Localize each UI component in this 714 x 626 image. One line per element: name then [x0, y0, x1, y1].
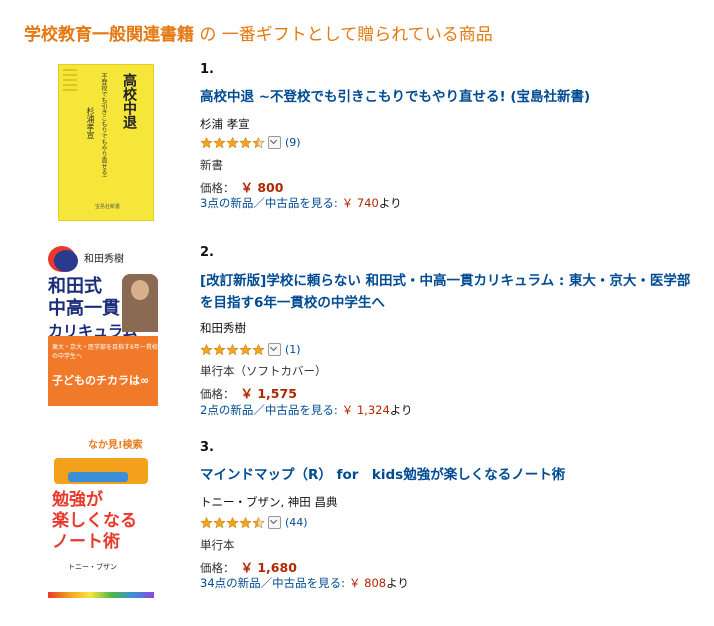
cover-author: 杉浦孝宣 [86, 107, 95, 139]
star-icon [200, 136, 213, 148]
offers-link[interactable]: 2点の新品／中古品を見る: ￥ 1,324より [200, 402, 413, 418]
star-icon [213, 516, 226, 528]
price-label: 価格： [200, 181, 235, 195]
author-name: 杉浦 孝宣 [200, 117, 250, 131]
cover-publisher: 宝島社新書 [95, 204, 121, 210]
cover-color-bar [48, 592, 154, 598]
offers-link[interactable]: 3点の新品／中古品を見る: ￥ 740より [200, 195, 402, 211]
author-name: トニー・ブザン, 神田 昌典 [200, 495, 338, 509]
star-icon [200, 516, 213, 528]
cover-badge [54, 250, 78, 272]
star-rating[interactable]: (44) [200, 516, 308, 529]
star-icon [252, 136, 265, 148]
category-name[interactable]: 学校教育一般関連書籍 [24, 25, 194, 45]
page-title: 学校教育一般関連書籍 の 一番ギフトとして贈られている商品 [24, 20, 493, 45]
star-icon [200, 343, 213, 355]
product-title-link[interactable]: 高校中退 ~不登校でも引きこもりでもやり直せる! (宝島社新書) [200, 86, 700, 108]
cover-band: 東大・京大・医学部を目指す6年一貫校の中学生へ 子どものチカラは∞ [48, 336, 158, 406]
offers-suffix: より [378, 196, 402, 210]
cover-title: 勉強が 楽しくなる ノート術 [52, 490, 137, 553]
star-rating[interactable]: (9) [200, 136, 301, 149]
star-icon [226, 343, 239, 355]
book-cover-image[interactable]: 和田秀樹 和田式 中高一貫 カリキュラム 東大・京大・医学部を目指す6年一貫校の… [48, 246, 158, 406]
star-icon [213, 136, 226, 148]
price-value: ￥ 1,575 [240, 386, 297, 401]
star-icon [252, 516, 265, 528]
rank-number: 3. [200, 440, 214, 455]
price-label: 価格： [200, 387, 235, 401]
look-inside-label: なか見!検索 [88, 440, 143, 451]
offers-link[interactable]: 34点の新品／中古品を見る: ￥ 808より [200, 575, 409, 591]
star-icon [226, 136, 239, 148]
price-label: 価格： [200, 561, 235, 575]
book-cover-image[interactable]: なか見!検索 勉強が 楽しくなる ノート術 トニー・ブザン [48, 436, 154, 600]
offers-price: ￥ 808 [349, 576, 387, 590]
star-rating[interactable]: (1) [200, 343, 301, 356]
cover-logo [54, 458, 148, 484]
offers-suffix: より [389, 403, 413, 417]
star-icon [239, 516, 252, 528]
rank-number: 2. [200, 245, 214, 260]
cover-title: 高校中退 [121, 73, 137, 129]
star-icon [239, 136, 252, 148]
chevron-down-icon[interactable] [268, 516, 281, 529]
rank-number: 1. [200, 62, 214, 77]
format-label: 単行本（ソフトカバー） [200, 364, 327, 378]
cover-title-line: ノート術 [52, 532, 120, 552]
cover-title-line: 楽しくなる [52, 511, 137, 531]
review-count[interactable]: (9) [285, 136, 301, 149]
chevron-down-icon[interactable] [268, 136, 281, 149]
cover-title-line: 勉強が [52, 490, 103, 510]
offers-price: ￥ 740 [341, 196, 379, 210]
stars [200, 136, 265, 149]
star-icon [252, 343, 265, 355]
cover-band-text: 東大・京大・医学部を目指す6年一貫校の中学生へ [52, 344, 158, 360]
author-photo [122, 274, 158, 332]
stars [200, 516, 265, 529]
book-cover-image[interactable]: 高校中退 不登校でも引きこもりでもやり直せる! 杉浦孝宣 宝島社新書 [58, 64, 154, 221]
review-count[interactable]: (44) [285, 516, 308, 529]
offers-text[interactable]: 34点の新品／中古品を見る: [200, 576, 345, 590]
offers-text[interactable]: 2点の新品／中古品を見る: [200, 403, 338, 417]
page-title-suffix: の 一番ギフトとして贈られている商品 [194, 25, 493, 45]
price-row: 価格： ￥ 800 [200, 177, 283, 196]
price-row: 価格： ￥ 1,680 [200, 557, 297, 576]
product-title-link[interactable]: [改訂新版]学校に頼らない 和田式・中高一貫カリキュラム : 東大・京大・医学部… [200, 270, 700, 314]
star-icon [226, 516, 239, 528]
offers-text[interactable]: 3点の新品／中古品を見る: [200, 196, 338, 210]
cover-catchphrase: 子どものチカラは∞ [52, 374, 150, 387]
price-value: ￥ 1,680 [240, 560, 297, 575]
price-row: 価格： ￥ 1,575 [200, 383, 297, 402]
review-count[interactable]: (1) [285, 343, 301, 356]
star-icon [213, 343, 226, 355]
stars [200, 343, 265, 356]
cover-subtitle: 不登校でも引きこもりでもやり直せる! [100, 73, 107, 178]
chevron-down-icon[interactable] [268, 343, 281, 356]
star-icon [239, 343, 252, 355]
product-title-link[interactable]: マインドマップ（R） for kids勉強が楽しくなるノート術 [200, 464, 700, 486]
format-label: 単行本 [200, 538, 235, 552]
author-name: 和田秀樹 [200, 321, 246, 335]
cover-author: トニー・ブザン [68, 563, 117, 571]
format-label: 新書 [200, 158, 223, 172]
offers-price: ￥ 1,324 [341, 403, 390, 417]
offers-suffix: より [386, 576, 409, 590]
price-value: ￥ 800 [240, 180, 284, 195]
cover-decoration [63, 69, 77, 105]
cover-author: 和田秀樹 [84, 254, 124, 265]
